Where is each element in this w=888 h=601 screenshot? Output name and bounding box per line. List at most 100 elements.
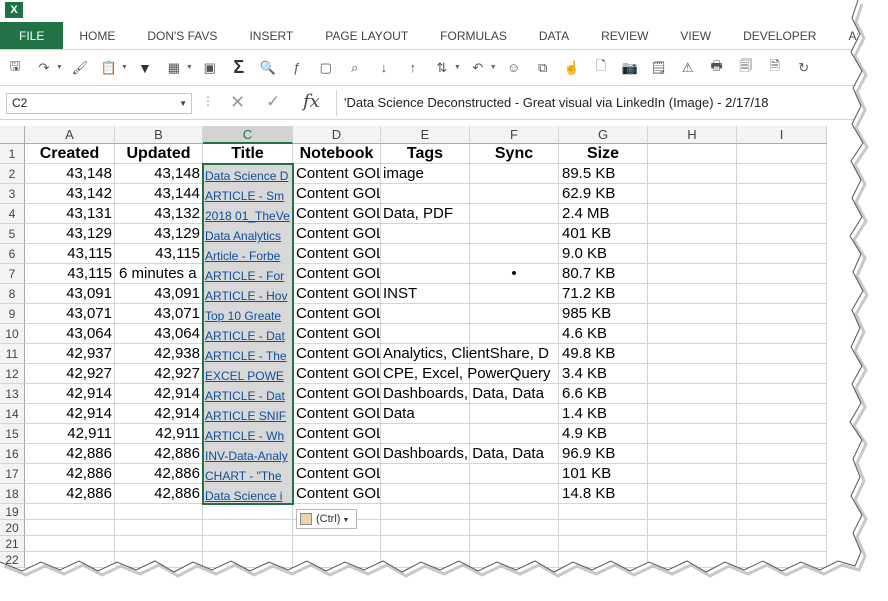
cell-b15[interactable]: 42,911 [115, 424, 203, 444]
row-header-7[interactable]: 7 [0, 264, 25, 284]
cell-g15[interactable]: 4.9 KB [559, 424, 648, 444]
cell-f18[interactable] [470, 484, 559, 504]
row-header-22[interactable]: 22 [0, 552, 25, 568]
cell-g17[interactable]: 101 KB [559, 464, 648, 484]
row-header-4[interactable]: 4 [0, 204, 25, 224]
cell-f22[interactable] [470, 552, 559, 568]
cell-f15[interactable] [470, 424, 559, 444]
row-header-20[interactable]: 20 [0, 520, 25, 536]
cell-a16[interactable]: 42,886 [25, 444, 115, 464]
cell-h21[interactable] [648, 536, 737, 552]
cell-h13[interactable] [648, 384, 737, 404]
cell-b3[interactable]: 43,144 [115, 184, 203, 204]
cell-i22[interactable] [737, 552, 827, 568]
cell-e19[interactable] [381, 504, 470, 520]
cell-b2[interactable]: 43,148 [115, 164, 203, 184]
cell-i11[interactable] [737, 344, 827, 364]
cell-c10[interactable]: ARTICLE - Dat [203, 324, 293, 344]
cell-g13[interactable]: 6.6 KB [559, 384, 648, 404]
cell-d1[interactable]: Notebook [293, 144, 381, 164]
sort-custom-icon[interactable]: ⇅ [431, 57, 453, 79]
cell-b14[interactable]: 42,914 [115, 404, 203, 424]
cell-c11[interactable]: ARTICLE - The [203, 344, 293, 364]
cell-d15[interactable]: Content GOLD [293, 424, 381, 444]
copy-format-icon[interactable]: ⧉ [532, 57, 554, 79]
notes-icon[interactable]: 🗒 [648, 57, 670, 79]
cell-e3[interactable] [381, 184, 470, 204]
column-header-f[interactable]: F [470, 126, 559, 144]
cell-e18[interactable] [381, 484, 470, 504]
cell-c9[interactable]: Top 10 Greate [203, 304, 293, 324]
enter-icon[interactable]: ✓ [266, 92, 280, 112]
redo-icon[interactable]: ↷ [33, 57, 55, 79]
cell-i19[interactable] [737, 504, 827, 520]
cell-f2[interactable] [470, 164, 559, 184]
cell-g3[interactable]: 62.9 KB [559, 184, 648, 204]
cell-c1[interactable]: Title [203, 144, 293, 164]
chevron-down-icon[interactable]: ▼ [186, 64, 193, 71]
cell-g9[interactable]: 985 KB [559, 304, 648, 324]
cell-a20[interactable] [25, 520, 115, 536]
cell-g22[interactable] [559, 552, 648, 568]
cell-b22[interactable] [115, 552, 203, 568]
cell-a13[interactable]: 42,914 [25, 384, 115, 404]
refresh-icon[interactable]: ↻ [793, 57, 815, 79]
cell-i12[interactable] [737, 364, 827, 384]
column-header-a[interactable]: A [25, 126, 115, 144]
cell-b16[interactable]: 42,886 [115, 444, 203, 464]
print-icon[interactable]: 🖶 [706, 57, 728, 79]
tab-page-layout[interactable]: PAGE LAYOUT [309, 22, 424, 50]
cell-e11[interactable]: Analytics, ClientShare, D [381, 344, 549, 364]
chevron-down-icon[interactable]: ▼ [56, 64, 63, 71]
cell-g12[interactable]: 3.4 KB [559, 364, 648, 384]
cell-h14[interactable] [648, 404, 737, 424]
cell-d13[interactable]: Content GOL [293, 384, 381, 404]
cell-b21[interactable] [115, 536, 203, 552]
tab-data[interactable]: DATA [523, 22, 585, 50]
cell-h6[interactable] [648, 244, 737, 264]
cell-i18[interactable] [737, 484, 827, 504]
cell-d4[interactable]: Content GOL [293, 204, 381, 224]
autosum-icon[interactable]: Σ [228, 57, 250, 79]
cell-c14[interactable]: ARTICLE SNIF [203, 404, 293, 424]
format-painter-icon[interactable]: 🖌 [69, 57, 91, 79]
cell-b20[interactable] [115, 520, 203, 536]
cell-c13[interactable]: ARTICLE - Dat [203, 384, 293, 404]
cell-i5[interactable] [737, 224, 827, 244]
row-header-13[interactable]: 13 [0, 384, 25, 404]
cell-g7[interactable]: 80.7 KB [559, 264, 648, 284]
cell-d14[interactable]: Content GOL [293, 404, 381, 424]
cell-d12[interactable]: Content GOL [293, 364, 381, 384]
cell-i10[interactable] [737, 324, 827, 344]
more-options-icon[interactable]: ⋮ [202, 94, 214, 108]
cell-a10[interactable]: 43,064 [25, 324, 115, 344]
cell-c17[interactable]: CHART - "The [203, 464, 293, 484]
cell-f3[interactable] [470, 184, 559, 204]
cell-i13[interactable] [737, 384, 827, 404]
cell-b12[interactable]: 42,927 [115, 364, 203, 384]
cell-i21[interactable] [737, 536, 827, 552]
row-header-5[interactable]: 5 [0, 224, 25, 244]
cell-i8[interactable] [737, 284, 827, 304]
cell-g1[interactable]: Size [559, 144, 648, 164]
row-header-9[interactable]: 9 [0, 304, 25, 324]
paste-options-button[interactable]: (Ctrl) ▼ [296, 509, 357, 529]
cell-h17[interactable] [648, 464, 737, 484]
print-setup-icon[interactable]: 🗎 [764, 57, 786, 79]
cell-d22[interactable] [293, 552, 381, 568]
cell-i6[interactable] [737, 244, 827, 264]
cell-e7[interactable] [381, 264, 470, 284]
cell-e16[interactable]: Dashboards, Data, Data [381, 444, 544, 464]
row-header-1[interactable]: 1 [0, 144, 25, 164]
cell-c20[interactable] [203, 520, 293, 536]
cell-e8[interactable]: INST [381, 284, 470, 304]
column-header-i[interactable]: I [737, 126, 827, 144]
sort-descending-icon[interactable]: ↑ [402, 57, 424, 79]
cell-h22[interactable] [648, 552, 737, 568]
cell-h15[interactable] [648, 424, 737, 444]
new-sheet-icon[interactable]: ▢ [315, 57, 337, 79]
cell-f1[interactable]: Sync [470, 144, 559, 164]
table-style-icon[interactable]: ▦ [163, 57, 185, 79]
cell-c18[interactable]: Data Science i [203, 484, 293, 504]
cell-h1[interactable] [648, 144, 737, 164]
